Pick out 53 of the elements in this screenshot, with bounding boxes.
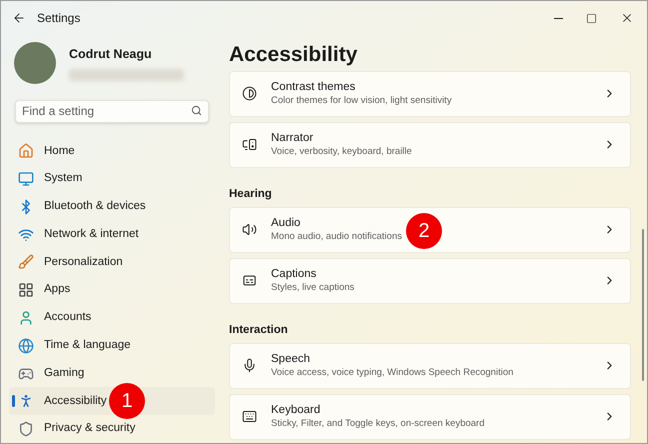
settings-card[interactable]: Keyboard Sticky, Filter, and Toggle keys, on-screen keyboard: [229, 394, 631, 440]
keyboard-icon: [242, 409, 257, 424]
narrator-icon: [242, 137, 257, 152]
callout-badge: 1: [109, 383, 145, 420]
card-title: Speech: [271, 352, 312, 366]
nav-item[interactable]: Network & internet: [9, 220, 215, 248]
home-icon: [18, 143, 34, 160]
card-subtitle: Color themes for low vision, light sensitivity: [271, 94, 453, 107]
card-title: Captions: [271, 267, 318, 281]
nav-item[interactable]: System: [9, 165, 215, 193]
section-heading: Interaction: [229, 322, 289, 336]
settings-card[interactable]: Narrator Voice, verbosity, keyboard, braille: [229, 122, 631, 168]
speaker-icon: [242, 222, 257, 237]
scrollbar[interactable]: [642, 229, 644, 381]
captions-icon: [242, 273, 257, 288]
person-icon: [18, 310, 34, 326]
section-heading: Hearing: [229, 186, 273, 200]
card-subtitle: Sticky, Filter, and Toggle keys, on-screen keyboard: [271, 417, 486, 430]
search-icon: [191, 105, 202, 116]
settings-card[interactable]: Speech Voice access, voice typing, Windows Speech Recognition: [229, 342, 631, 388]
nav-item[interactable]: Home: [9, 137, 215, 166]
nav-item[interactable]: Time & language: [9, 332, 215, 360]
callout-badge: 2: [406, 212, 442, 248]
settings-card[interactable]: Captions Styles, live captions: [229, 258, 631, 304]
profile-name: Codrut Neagu: [69, 46, 153, 63]
brush-icon: [18, 254, 34, 270]
card-title: Narrator: [271, 131, 314, 145]
maximize-icon: [586, 12, 596, 24]
selection-indicator: [12, 395, 15, 408]
card-subtitle: Styles, live captions: [271, 281, 356, 294]
search-field[interactable]: Find a setting: [15, 100, 209, 123]
window-title: Settings: [37, 10, 80, 27]
apps-grid-icon: [18, 282, 34, 298]
settings-card[interactable]: Contrast themes Color themes for low vision, light sensitivity: [229, 70, 631, 116]
globe-icon: [18, 338, 34, 354]
nav-item[interactable]: Bluetooth & devices: [9, 192, 215, 221]
card-subtitle: Voice access, voice typing, Windows Speech Recognition: [271, 366, 514, 379]
gamepad-icon: [18, 366, 34, 382]
contrast-icon: [242, 86, 257, 101]
settings-card[interactable]: Audio Mono audio, audio notifications 2: [229, 206, 631, 252]
nav-item[interactable]: Apps: [9, 276, 215, 304]
shield-icon: [18, 421, 34, 438]
card-title: Contrast themes: [271, 80, 356, 94]
monitor-icon: [18, 170, 34, 187]
card-title: Keyboard: [271, 403, 322, 417]
nav-item[interactable]: Personalization: [9, 248, 215, 276]
page-title: Accessibility: [229, 42, 358, 68]
nav-item[interactable]: Accounts: [9, 304, 215, 332]
card-subtitle: Voice, verbosity, keyboard, braille: [271, 145, 413, 158]
microphone-icon: [242, 358, 257, 373]
close-icon: [620, 11, 634, 25]
wifi-icon: [18, 226, 34, 243]
avatar: [14, 42, 56, 84]
